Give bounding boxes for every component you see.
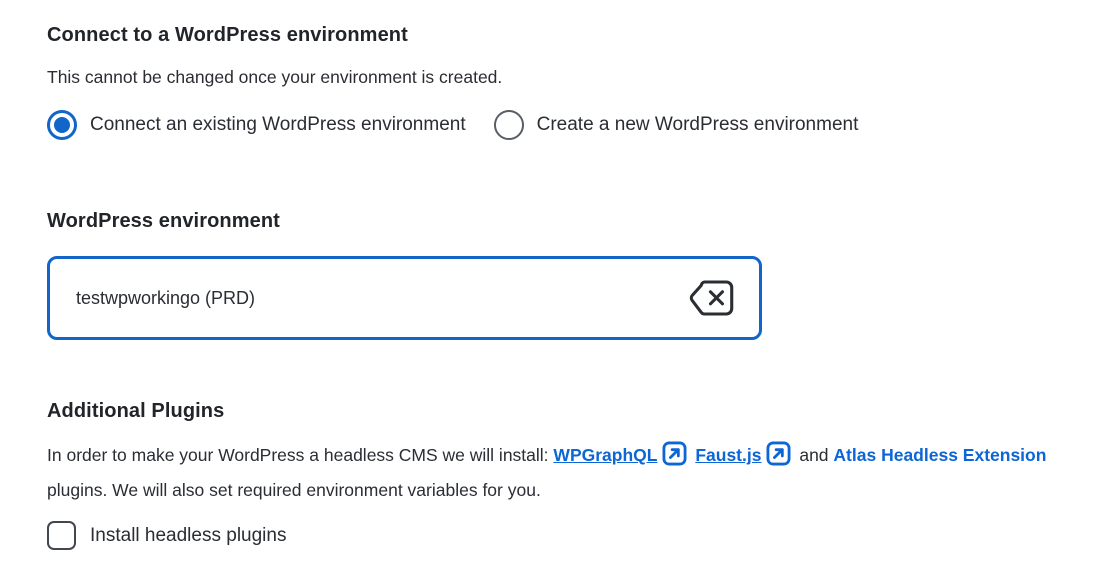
radio-button-new[interactable] bbox=[493, 110, 524, 140]
connect-section-subtitle: This cannot be changed once your environ… bbox=[47, 67, 503, 87]
radio-label-new[interactable]: Create a new WordPress environment bbox=[537, 114, 859, 136]
clear-selection-button[interactable] bbox=[687, 278, 735, 318]
radio-label-existing[interactable]: Connect an existing WordPress environmen… bbox=[90, 114, 466, 136]
environment-mode-radio-group: Connect an existing WordPress environmen… bbox=[47, 110, 1114, 140]
radio-button-existing[interactable] bbox=[47, 110, 77, 140]
plugins-description: In order to make your WordPress a headle… bbox=[47, 438, 1057, 508]
external-link-icon[interactable] bbox=[661, 440, 688, 467]
plugins-outro-text: plugins. We will also set required envir… bbox=[47, 480, 541, 500]
faustjs-link[interactable]: Faust.js bbox=[695, 445, 761, 465]
plugins-section-title: Additional Plugins bbox=[47, 400, 225, 422]
connect-wordpress-form: Connect to a WordPress environment This … bbox=[0, 0, 1114, 572]
conjunction-text: and bbox=[799, 445, 829, 465]
install-plugins-option[interactable]: Install headless plugins bbox=[47, 521, 1114, 550]
environment-selected-value: testwpworkingo (PRD) bbox=[76, 287, 256, 308]
wpgraphql-link[interactable]: WPGraphQL bbox=[553, 445, 657, 465]
radio-option-existing-environment[interactable]: Connect an existing WordPress environmen… bbox=[47, 110, 466, 140]
radio-option-new-environment[interactable]: Create a new WordPress environment bbox=[493, 110, 859, 140]
atlas-headless-extension-text: Atlas Headless Extension bbox=[833, 445, 1047, 465]
install-plugins-checkbox[interactable] bbox=[47, 521, 76, 550]
connect-section-title: Connect to a WordPress environment bbox=[47, 24, 408, 46]
plugins-intro-text: In order to make your WordPress a headle… bbox=[47, 445, 549, 465]
environment-select[interactable]: testwpworkingo (PRD) bbox=[47, 256, 762, 340]
install-plugins-label[interactable]: Install headless plugins bbox=[90, 525, 286, 547]
backspace-clear-icon[interactable] bbox=[687, 278, 735, 318]
environment-field-label: WordPress environment bbox=[47, 210, 280, 232]
external-link-icon[interactable] bbox=[765, 440, 792, 467]
